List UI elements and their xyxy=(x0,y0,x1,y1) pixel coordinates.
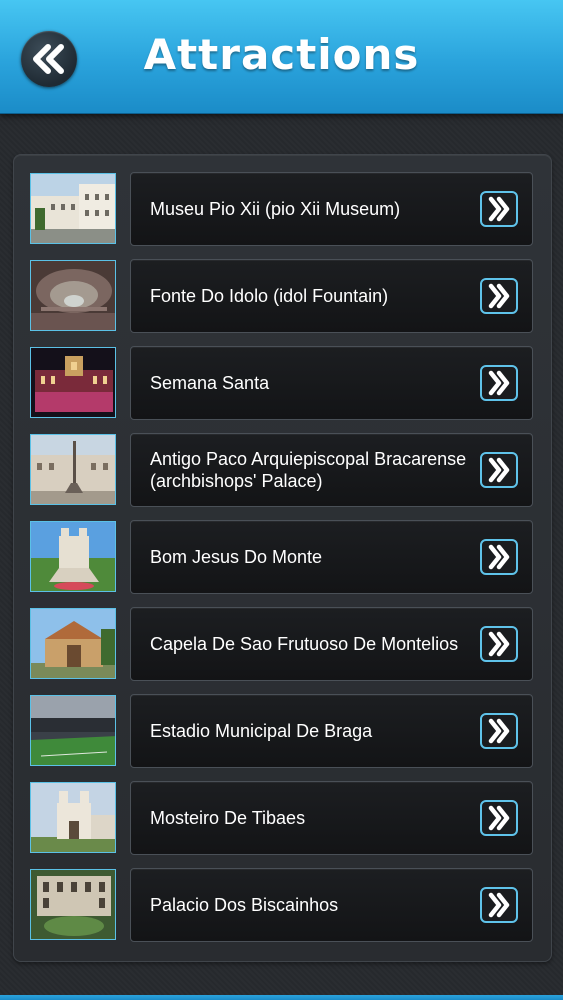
page-title: Attractions xyxy=(143,30,420,79)
open-attraction-button[interactable] xyxy=(480,713,518,749)
list-item[interactable]: Palacio Dos Biscainhos xyxy=(30,868,534,942)
list-item[interactable]: Mosteiro De Tibaes xyxy=(30,781,534,855)
attraction-label: Palacio Dos Biscainhos xyxy=(150,895,339,915)
attraction-card[interactable]: Palacio Dos Biscainhos xyxy=(130,868,533,942)
attraction-card[interactable]: Semana Santa xyxy=(130,346,533,420)
open-attraction-button[interactable] xyxy=(480,800,518,836)
chapel-photo xyxy=(30,608,116,679)
attraction-card[interactable]: Museu Pio Xii (pio Xii Museum) xyxy=(130,172,533,246)
attraction-card[interactable]: Antigo Paco Arquiepiscopal Bracarense (a… xyxy=(130,433,533,507)
list-item[interactable]: Estadio Municipal De Braga xyxy=(30,694,534,768)
garden-palace-photo xyxy=(30,869,116,940)
open-attraction-button[interactable] xyxy=(480,278,518,314)
open-attraction-button[interactable] xyxy=(480,626,518,662)
attraction-card[interactable]: Mosteiro De Tibaes xyxy=(130,781,533,855)
header-bar: Attractions xyxy=(0,0,563,114)
attraction-label: Museu Pio Xii (pio Xii Museum) xyxy=(150,199,401,219)
palace-photo xyxy=(30,434,116,505)
double-chevron-right-icon xyxy=(488,370,510,396)
open-attraction-button[interactable] xyxy=(480,539,518,575)
night-building-photo xyxy=(30,347,116,418)
museum-photo xyxy=(30,173,116,244)
list-item[interactable]: Antigo Paco Arquiepiscopal Bracarense (a… xyxy=(30,433,534,507)
attraction-label: Fonte Do Idolo (idol Fountain) xyxy=(150,286,389,306)
list-item[interactable]: Semana Santa xyxy=(30,346,534,420)
double-chevron-right-icon xyxy=(488,718,510,744)
attraction-label: Bom Jesus Do Monte xyxy=(150,547,323,567)
list-item[interactable]: Museu Pio Xii (pio Xii Museum) xyxy=(30,172,534,246)
open-attraction-button[interactable] xyxy=(480,887,518,923)
double-chevron-right-icon xyxy=(488,805,510,831)
monastery-photo xyxy=(30,782,116,853)
list-item[interactable]: Bom Jesus Do Monte xyxy=(30,520,534,594)
list-item[interactable]: Capela De Sao Frutuoso De Montelios xyxy=(30,607,534,681)
double-chevron-right-icon xyxy=(488,457,510,483)
attraction-label: Semana Santa xyxy=(150,373,270,393)
attraction-card[interactable]: Bom Jesus Do Monte xyxy=(130,520,533,594)
open-attraction-button[interactable] xyxy=(480,365,518,401)
open-attraction-button[interactable] xyxy=(480,452,518,488)
double-chevron-right-icon xyxy=(488,196,510,222)
attraction-card[interactable]: Estadio Municipal De Braga xyxy=(130,694,533,768)
stadium-photo xyxy=(30,695,116,766)
attraction-label: Estadio Municipal De Braga xyxy=(150,721,373,741)
double-chevron-right-icon xyxy=(488,631,510,657)
double-chevron-right-icon xyxy=(488,544,510,570)
attraction-label: Capela De Sao Frutuoso De Montelios xyxy=(150,634,459,654)
double-chevron-right-icon xyxy=(488,283,510,309)
attraction-label: Mosteiro De Tibaes xyxy=(150,808,306,828)
attraction-card[interactable]: Capela De Sao Frutuoso De Montelios xyxy=(130,607,533,681)
attraction-label: Antigo Paco Arquiepiscopal Bracarense (a… xyxy=(150,449,467,491)
open-attraction-button[interactable] xyxy=(480,191,518,227)
bottom-bar xyxy=(0,995,563,1000)
fountain-photo xyxy=(30,260,116,331)
sanctuary-photo xyxy=(30,521,116,592)
double-chevron-right-icon xyxy=(488,892,510,918)
list-item[interactable]: Fonte Do Idolo (idol Fountain) xyxy=(30,259,534,333)
attraction-card[interactable]: Fonte Do Idolo (idol Fountain) xyxy=(130,259,533,333)
